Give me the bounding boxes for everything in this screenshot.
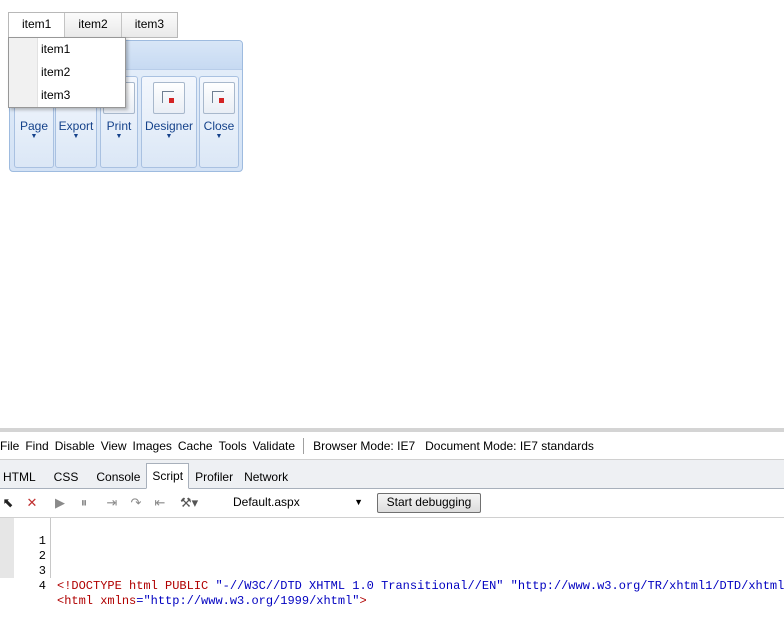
designer-button[interactable]: Designer ▼ <box>141 76 197 168</box>
step-over-icon[interactable]: ↷ <box>128 495 144 511</box>
tab-profiler[interactable]: Profiler <box>190 466 238 488</box>
browser-mode-value: IE7 <box>397 438 416 453</box>
chevron-down-icon: ▼ <box>215 133 223 140</box>
step-into-icon[interactable]: ⇥ <box>104 495 120 511</box>
menu-item-3[interactable]: item3 <box>120 13 177 37</box>
dropdown-item-1[interactable]: item1 <box>41 38 121 61</box>
menu-item-1[interactable]: item1 <box>9 13 65 37</box>
code-line: 1 <box>0 519 46 548</box>
html-attribute: xmlns <box>100 594 137 608</box>
menu-disable[interactable]: Disable <box>55 439 101 453</box>
menu-view[interactable]: View <box>101 439 133 453</box>
document-mode-value: IE7 standards <box>519 438 594 453</box>
developer-tools-pane: File Find Disable View Images Cache Tool… <box>0 428 784 608</box>
devtools-menu-bar: File Find Disable View Images Cache Tool… <box>0 432 784 460</box>
document-mode-menu[interactable]: Document Mode: IE7 standards <box>421 439 600 453</box>
designer-button-label: Designer <box>144 119 194 133</box>
devtools-tab-bar: HTML CSS Console Script Profiler Network <box>0 460 784 489</box>
break-all-icon[interactable]: ⏸ <box>76 495 92 511</box>
chevron-down-icon: ▼ <box>115 133 123 140</box>
html-tag: <html <box>57 594 101 608</box>
script-toolbar: ⬉ ✕ ▶ ⏸ ⇥ ↷ ⇤ ⚒▾ Default.aspx ▼ Start de… <box>0 489 784 518</box>
tab-console[interactable]: Console <box>91 466 145 488</box>
tab-html[interactable]: HTML <box>0 466 41 488</box>
export-button-label: Export <box>58 119 94 133</box>
close-button-label: Close <box>203 119 235 133</box>
menu-file[interactable]: File <box>0 439 25 453</box>
menu-tools[interactable]: Tools <box>219 439 253 453</box>
start-debugging-button[interactable]: Start debugging <box>377 493 481 513</box>
print-button-label: Print <box>106 119 132 133</box>
chevron-down-icon: ▼ <box>30 133 38 140</box>
html-attribute-value: "http://www.w3.org/1999/xhtml" <box>143 594 360 608</box>
close-icon <box>203 82 235 114</box>
document-mode-label: Document Mode: <box>425 438 517 453</box>
page-button-label: Page <box>19 119 49 133</box>
line-number: 4 <box>38 579 46 593</box>
designer-icon <box>153 82 185 114</box>
chevron-down-icon: ▼ <box>165 133 173 140</box>
select-cursor-icon[interactable]: ⬉ <box>0 495 16 511</box>
menu-separator <box>303 437 305 454</box>
tab-network[interactable]: Network <box>239 466 293 488</box>
code-line: 2 <box>0 534 46 563</box>
doctype-tag: <!DOCTYPE html PUBLIC <box>57 579 216 593</box>
chevron-down-icon: ▼ <box>72 133 80 140</box>
clear-breakpoints-icon[interactable]: ✕ <box>24 495 40 511</box>
code-line: 3 <!DOCTYPE html PUBLIC "-//W3C//DTD XHT… <box>0 549 784 593</box>
html-equals: = <box>136 594 144 608</box>
close-button[interactable]: Close ▼ <box>199 76 239 168</box>
dropdown-gutter <box>9 38 38 107</box>
browser-mode-label: Browser Mode: <box>313 438 394 453</box>
script-source-view[interactable]: 1 2 3 <!DOCTYPE html PUBLIC "-//W3C//DTD… <box>0 518 784 608</box>
chevron-down-icon: ▼ <box>354 497 363 507</box>
menu-images[interactable]: Images <box>133 439 178 453</box>
menu-cache[interactable]: Cache <box>178 439 219 453</box>
html-tag-end: > <box>359 594 367 608</box>
tab-css[interactable]: CSS <box>42 466 91 488</box>
step-out-icon[interactable]: ⇤ <box>152 495 168 511</box>
menu-bar: item1 item2 item3 <box>8 12 179 38</box>
script-file-name: Default.aspx <box>233 495 300 509</box>
dropdown-item-2[interactable]: item2 <box>41 61 121 84</box>
menu-validate[interactable]: Validate <box>253 439 301 453</box>
browser-mode-menu[interactable]: Browser Mode: IE7 <box>313 439 421 453</box>
menu-find[interactable]: Find <box>25 439 54 453</box>
menu-item-2[interactable]: item2 <box>64 13 120 37</box>
doctype-system-id: "http://www.w3.org/TR/xhtml1/DTD/xhtml1-… <box>503 579 784 593</box>
doctype-public-id: "-//W3C//DTD XHTML 1.0 Transitional//EN" <box>215 579 504 593</box>
dropdown-item-3[interactable]: item3 <box>41 84 121 107</box>
tab-script[interactable]: Script <box>146 463 190 489</box>
script-file-select[interactable]: Default.aspx ▼ <box>233 494 367 510</box>
continue-icon[interactable]: ▶ <box>52 495 68 511</box>
dropdown-menu: item1 item2 item3 <box>8 37 126 108</box>
tools-dropdown-icon[interactable]: ⚒▾ <box>180 495 198 511</box>
